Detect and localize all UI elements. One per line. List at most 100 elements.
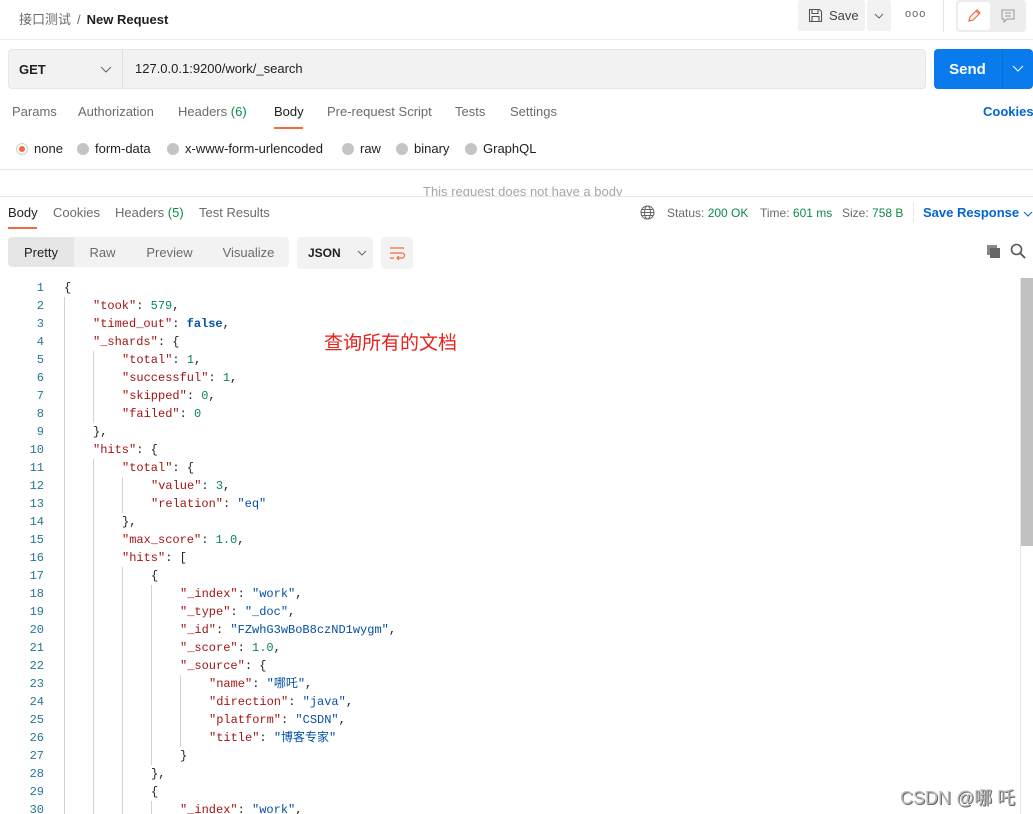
- indent-guide: [64, 621, 65, 639]
- scrollbar-thumb[interactable]: [1021, 278, 1033, 546]
- body-type-GraphQL[interactable]: GraphQL: [465, 141, 536, 156]
- line-number: 21: [29, 641, 44, 655]
- request-name[interactable]: New Request: [87, 12, 169, 27]
- search-icon[interactable]: [1010, 243, 1026, 259]
- save-button[interactable]: Save: [798, 0, 865, 31]
- tab-authorization[interactable]: Authorization: [78, 104, 154, 119]
- indent-guide: [93, 729, 94, 747]
- code-token: "_shards": [93, 335, 158, 349]
- line-number: 11: [29, 461, 44, 475]
- radio-button[interactable]: [167, 142, 179, 155]
- body-type-raw[interactable]: raw: [342, 141, 381, 156]
- code-token: ,: [222, 317, 230, 331]
- time-label: Time:: [760, 206, 790, 220]
- radio-button[interactable]: [396, 142, 408, 155]
- response-body-editor[interactable]: 1{2 "took": 579, 3 "timed_out": false, 4 "_sh…: [0, 279, 1018, 814]
- code-token: :: [237, 587, 253, 601]
- code-token: :: [186, 389, 202, 403]
- indent-guide: [93, 549, 94, 567]
- status[interactable]: Status: 200 OK: [667, 206, 748, 220]
- indent-guide: [122, 477, 123, 495]
- indent-guide: [93, 675, 94, 693]
- save-response-button[interactable]: Save Response: [923, 205, 1033, 220]
- tab-label: Cookies: [53, 205, 100, 220]
- indent-guide: [64, 549, 65, 567]
- tab-pre-request-script[interactable]: Pre-request Script: [327, 104, 432, 119]
- code-line: {: [64, 279, 71, 297]
- comments-button[interactable]: [994, 2, 1022, 30]
- response-tab-cookies[interactable]: Cookies: [53, 205, 100, 220]
- code-line: "title": "博客专家": [209, 729, 336, 747]
- response-time[interactable]: Time: 601 ms: [760, 206, 832, 220]
- tab-body[interactable]: Body: [274, 104, 304, 119]
- body-type-binary[interactable]: binary: [396, 141, 449, 156]
- view-mode-pretty[interactable]: Pretty: [8, 237, 74, 267]
- size-value: 758 B: [872, 206, 904, 220]
- edit-mode-button[interactable]: [958, 2, 990, 30]
- cookies-link[interactable]: Cookies: [983, 104, 1033, 119]
- indent-guide: [93, 639, 94, 657]
- radio-button[interactable]: [77, 142, 89, 155]
- code-line: },: [93, 423, 107, 441]
- view-mode-raw[interactable]: Raw: [74, 237, 131, 267]
- status-value: 200 OK: [707, 206, 749, 220]
- line-number: 2: [36, 299, 44, 313]
- view-mode-visualize[interactable]: Visualize: [208, 237, 289, 267]
- response-tab-test-results[interactable]: Test Results: [199, 205, 270, 220]
- tab-params[interactable]: Params: [12, 104, 57, 119]
- code-token: ,: [230, 371, 238, 385]
- code-token: 3: [215, 479, 224, 493]
- response-tab-headers[interactable]: Headers (5): [115, 205, 184, 220]
- method-select[interactable]: GET: [8, 49, 123, 89]
- indent-guide: [93, 387, 94, 405]
- body-type-none[interactable]: none: [16, 141, 63, 156]
- code-line: "successful": 1,: [122, 369, 237, 387]
- code-token: ,: [237, 533, 245, 547]
- indent-guide: [122, 729, 123, 747]
- code-line: "took": 579,: [93, 297, 179, 315]
- body-type-form-data[interactable]: form-data: [77, 141, 151, 156]
- globe-icon[interactable]: [640, 205, 655, 220]
- no-body-message: This request does not have a body: [423, 184, 623, 196]
- indent-guide: [93, 477, 94, 495]
- tab-label: Headers: [178, 104, 228, 119]
- code-line: {: [151, 783, 158, 801]
- save-options-button[interactable]: [867, 0, 891, 31]
- copy-icon[interactable]: [986, 244, 1001, 259]
- indent-guide: [93, 711, 94, 729]
- response-size[interactable]: Size: 758 B: [842, 206, 903, 220]
- line-number: 3: [36, 317, 44, 331]
- body-type-x-www-form-urlencoded[interactable]: x-www-form-urlencoded: [167, 141, 323, 156]
- code-token: "_score": [180, 641, 238, 655]
- indent-guide: [93, 765, 94, 783]
- code-token: 579: [150, 299, 173, 313]
- indent-guide: [122, 675, 123, 693]
- line-number: 28: [29, 767, 44, 781]
- format-select[interactable]: JSON: [297, 237, 373, 269]
- indent-guide: [122, 585, 123, 603]
- response-tab-body[interactable]: Body: [8, 205, 38, 220]
- indent-guide: [64, 477, 65, 495]
- line-number: 5: [36, 353, 44, 367]
- tab-tests[interactable]: Tests: [455, 104, 485, 119]
- line-number: 22: [29, 659, 44, 673]
- indent-guide: [151, 729, 152, 747]
- code-token: "max_score": [122, 533, 202, 547]
- indent-guide: [122, 801, 123, 814]
- tab-headers[interactable]: Headers (6): [178, 104, 247, 119]
- radio-button[interactable]: [16, 142, 28, 155]
- view-mode-preview[interactable]: Preview: [131, 237, 208, 267]
- radio-button[interactable]: [342, 142, 354, 155]
- more-options-icon[interactable]: ooo: [905, 8, 926, 20]
- code-token: "FZwhG3wBoB8czND1wygm": [230, 623, 389, 637]
- tab-settings[interactable]: Settings: [510, 104, 557, 119]
- code-token: false: [186, 317, 223, 331]
- radio-button[interactable]: [465, 142, 477, 155]
- send-button[interactable]: Send: [934, 49, 1001, 89]
- wrap-lines-button[interactable]: [381, 237, 413, 269]
- code-token: ,: [295, 803, 303, 814]
- send-options-button[interactable]: [1002, 49, 1033, 89]
- url-input[interactable]: 127.0.0.1:9200/work/_search: [135, 61, 303, 76]
- code-token: "platform": [209, 713, 282, 727]
- breadcrumb-collection[interactable]: 接口测试: [19, 12, 71, 27]
